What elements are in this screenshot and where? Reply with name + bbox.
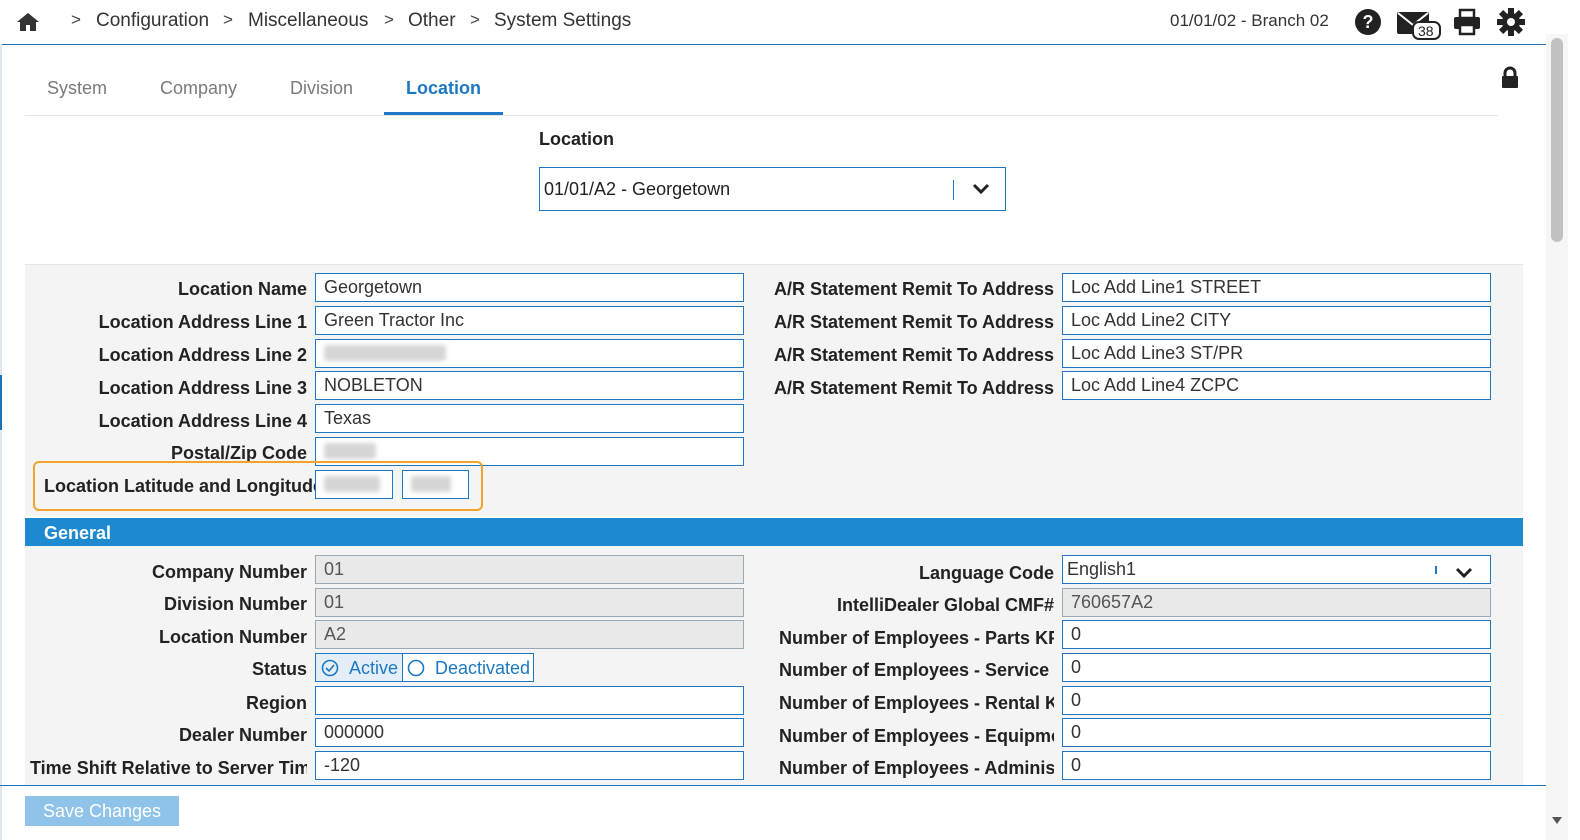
address-line1-label: Location Address Line 1 (98, 312, 307, 332)
address-line2-label: Location Address Line 2 (98, 345, 307, 365)
language-code-label: Language Code (918, 563, 1054, 583)
breadcrumb-other[interactable]: Other (408, 10, 456, 32)
division-number-label: Division Number (163, 594, 307, 614)
check-circle-icon (321, 659, 339, 682)
branch-indicator[interactable]: 01/01/02 - Branch 02 (1170, 11, 1329, 31)
emp-admin-field[interactable]: 0 (1062, 751, 1491, 780)
emp-service-label: Number of Employees - Service KPI (779, 660, 1054, 680)
breadcrumb-system-settings: System Settings (494, 10, 632, 31)
tabs-divider (25, 115, 1498, 116)
gear-icon[interactable] (1497, 8, 1525, 41)
general-section-title: General (44, 523, 112, 543)
general-section-header[interactable]: General (25, 518, 1523, 547)
company-number-field: 01 (315, 555, 744, 584)
location-select-label: Location (539, 129, 614, 149)
remit-address2-label: A/R Statement Remit To Address (773, 312, 1054, 332)
address-line2-field[interactable] (315, 339, 744, 368)
tab-division[interactable]: Division (290, 78, 353, 99)
emp-rental-label: Number of Employees - Rental KPI (779, 693, 1054, 713)
address-line4-field[interactable]: Texas (315, 404, 744, 433)
status-deactivated-label[interactable]: Deactivated (435, 658, 530, 679)
emp-parts-field[interactable]: 0 (1062, 620, 1491, 649)
print-icon[interactable] (1453, 8, 1481, 41)
left-edge-marker (0, 375, 2, 430)
address-line3-field[interactable]: NOBLETON (315, 371, 744, 400)
cmf-label: IntelliDealer Global CMF# (836, 595, 1054, 615)
time-shift-field[interactable]: -120 (315, 751, 744, 780)
status-active-label: Active (349, 658, 399, 678)
scroll-down-arrow-icon[interactable] (1551, 812, 1563, 830)
chevron-down-icon[interactable] (1455, 564, 1473, 583)
top-bar: > Configuration > Miscellaneous > Other … (0, 0, 1568, 45)
company-number-label: Company Number (151, 562, 307, 582)
emp-equipment-label: Number of Employees - Equipment KPI (779, 726, 1054, 746)
remit-address2-field[interactable]: Loc Add Line2 CITY (1062, 306, 1491, 335)
location-select-value: 01/01/A2 - Georgetown (544, 179, 731, 199)
remit-address4-field[interactable]: Loc Add Line4 ZCPC (1062, 371, 1491, 400)
left-edge (0, 44, 2, 840)
save-changes-button[interactable]: Save Changes (25, 796, 179, 826)
scrollbar-thumb[interactable] (1551, 38, 1563, 242)
location-name-field[interactable]: Georgetown (315, 273, 744, 302)
cmf-field: 760657A2 (1062, 588, 1491, 617)
chevron-down-icon[interactable] (972, 182, 990, 201)
footer-divider (0, 785, 1546, 786)
division-number-field: 01 (315, 588, 744, 617)
remit-address1-label: A/R Statement Remit To Address (773, 279, 1054, 299)
language-code-select[interactable]: English1 (1062, 555, 1491, 584)
mail-count-badge: 38 (1418, 23, 1434, 39)
highlight-box (33, 461, 483, 511)
emp-service-field[interactable]: 0 (1062, 653, 1491, 682)
dealer-number-field[interactable]: 000000 (315, 718, 744, 747)
region-field[interactable] (315, 686, 744, 715)
language-code-value: English1 (1067, 559, 1137, 579)
tab-system[interactable]: System (47, 78, 107, 99)
emp-equipment-field[interactable]: 0 (1062, 718, 1491, 747)
remit-address3-field[interactable]: Loc Add Line3 ST/PR (1062, 339, 1491, 368)
address-line1-field[interactable]: Green Tractor Inc (315, 306, 744, 335)
emp-parts-label: Number of Employees - Parts KPI (779, 628, 1054, 648)
time-shift-label: Time Shift Relative to Server Time (30, 758, 307, 778)
svg-text:?: ? (1363, 12, 1374, 32)
location-number-label: Location Number (158, 627, 307, 647)
address-line4-label: Location Address Line 4 (98, 411, 307, 431)
status-label: Status (251, 659, 307, 679)
breadcrumb-separator: > (470, 10, 480, 29)
lock-icon[interactable] (1500, 66, 1520, 95)
remit-address3-label: A/R Statement Remit To Address (773, 345, 1054, 365)
breadcrumb-miscellaneous[interactable]: Miscellaneous (248, 10, 368, 32)
redacted-value (324, 345, 446, 361)
remit-address4-label: A/R Statement Remit To Address (773, 378, 1054, 398)
tab-company[interactable]: Company (160, 78, 237, 99)
select-divider (1435, 566, 1437, 574)
breadcrumb-separator: > (384, 10, 394, 29)
help-icon[interactable]: ? (1354, 8, 1382, 41)
emp-admin-label: Number of Employees - Administration KPI (779, 758, 1054, 778)
breadcrumb-configuration[interactable]: Configuration (96, 10, 209, 32)
breadcrumb-separator: > (71, 10, 81, 29)
location-number-field: A2 (315, 620, 744, 649)
radio-empty-icon[interactable] (407, 659, 425, 682)
address-line3-label: Location Address Line 3 (98, 378, 307, 398)
region-label: Region (246, 693, 307, 713)
select-divider (953, 180, 954, 200)
dealer-number-label: Dealer Number (178, 725, 307, 745)
breadcrumb-separator: > (223, 10, 233, 29)
location-select[interactable]: 01/01/A2 - Georgetown (539, 167, 1006, 211)
tab-location[interactable]: Location (406, 78, 481, 99)
home-icon[interactable] (16, 11, 40, 38)
emp-rental-field[interactable]: 0 (1062, 686, 1491, 715)
remit-address1-field[interactable]: Loc Add Line1 STREET (1062, 273, 1491, 302)
status-active-option[interactable]: Active (316, 654, 403, 681)
redacted-value (324, 443, 376, 459)
location-name-label: Location Name (177, 279, 307, 299)
status-toggle: Active Deactivated (315, 653, 534, 682)
